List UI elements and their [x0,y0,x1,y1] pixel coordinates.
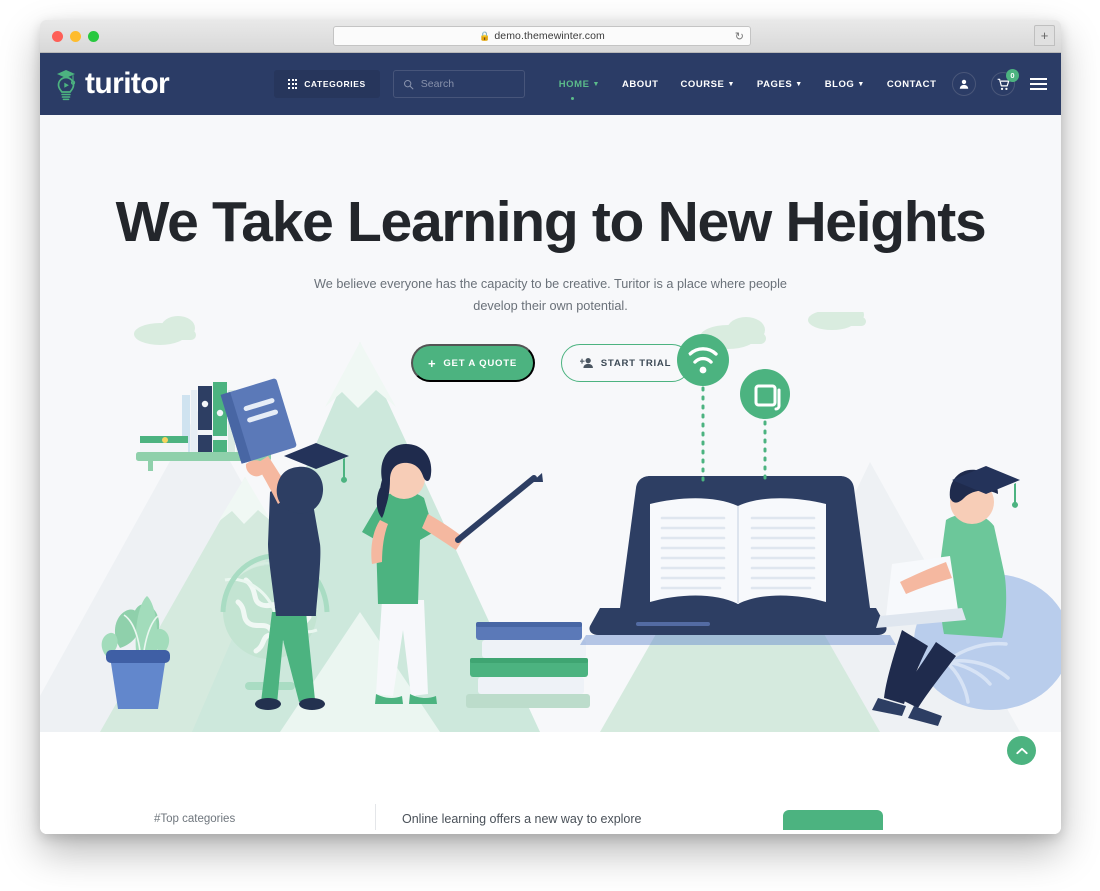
user-icon [959,79,969,89]
get-a-quote-label: GET A QUOTE [443,357,517,369]
site-logo-text: turitor [85,67,170,100]
reload-icon[interactable]: ↻ [735,30,744,43]
search-placeholder: Search [420,78,455,90]
chevron-down-icon: ▼ [592,80,600,88]
nav-item-home[interactable]: HOME ▼ [558,78,600,100]
nav-label: ABOUT [621,78,659,90]
main-navigation: HOME ▼ ABOUT COURSE ▼ PAGES ▼ BLOG ▼ CON… [558,78,937,100]
window-zoom-button[interactable] [88,31,99,42]
nav-label: CONTACT [886,78,937,90]
hero-content: We Take Learning to New Heights We belie… [40,115,1061,383]
nav-label: COURSE [680,78,725,90]
scroll-to-top-button[interactable] [1007,736,1036,765]
page-title: We Take Learning to New Heights [115,190,987,254]
nav-item-blog[interactable]: BLOG ▼ [825,79,865,90]
cart-button[interactable]: 0 [991,69,1019,96]
nav-item-pages[interactable]: PAGES ▼ [757,79,803,90]
cart-count-badge: 0 [1006,69,1019,82]
hero-cta-group: + GET A QUOTE START TRIAL [40,344,1061,383]
start-trial-label: START TRIAL [600,357,672,369]
hero-subtitle: We believe everyone has the capacity to … [314,277,787,314]
hamburger-icon[interactable] [1030,78,1047,90]
nav-item-about[interactable]: ABOUT [622,79,659,90]
page-bottom-edge [40,830,1061,834]
categories-button[interactable]: CATEGORIES [274,70,380,98]
hero-section: We Take Learning to New Heights We belie… [40,115,1061,732]
chevron-down-icon: ▼ [795,80,803,88]
window-close-button[interactable] [52,31,63,42]
search-icon [403,79,414,89]
categories-label: CATEGORIES [304,79,366,89]
site-logo[interactable]: turitor [53,66,221,102]
nav-item-contact[interactable]: CONTACT [887,79,937,90]
add-user-icon [579,358,593,369]
chevron-down-icon: ▼ [727,80,735,88]
below-hero-section: #Top categories Online learning offers a… [40,732,1061,834]
nav-label: BLOG [824,78,855,90]
browser-window: 🔒 demo.themewinter.com ↻ + turitor CATEG… [40,20,1061,834]
chevron-up-icon [1015,747,1028,754]
new-tab-button[interactable]: + [1034,25,1055,46]
page-viewport: turitor CATEGORIES Search HOME ▼ ABOUT C… [40,53,1061,834]
grid-dots-icon [288,79,298,89]
site-navbar: turitor CATEGORIES Search HOME ▼ ABOUT C… [40,53,1061,115]
nav-label: HOME [558,78,590,90]
navbar-actions: 0 [952,69,1047,96]
lower-tagline: Online learning offers a new way to expl… [402,812,642,826]
address-bar[interactable]: 🔒 demo.themewinter.com ↻ [333,26,751,46]
graduation-lightbulb-icon [57,70,76,101]
get-a-quote-button[interactable]: + GET A QUOTE [410,344,535,383]
account-button[interactable] [952,72,976,96]
nav-item-course[interactable]: COURSE ▼ [680,79,734,90]
chevron-down-icon: ▼ [857,80,865,88]
lock-icon: 🔒 [479,30,491,41]
window-minimize-button[interactable] [70,31,81,42]
top-categories-label: #Top categories [154,813,236,825]
plus-icon: + [428,355,437,371]
nav-label: PAGES [756,78,793,90]
start-trial-button[interactable]: START TRIAL [560,344,691,383]
active-indicator-dot [571,96,575,100]
browser-titlebar: 🔒 demo.themewinter.com ↻ + [40,20,1061,53]
url-text: demo.themewinter.com [494,30,605,42]
search-input[interactable]: Search [392,70,525,98]
